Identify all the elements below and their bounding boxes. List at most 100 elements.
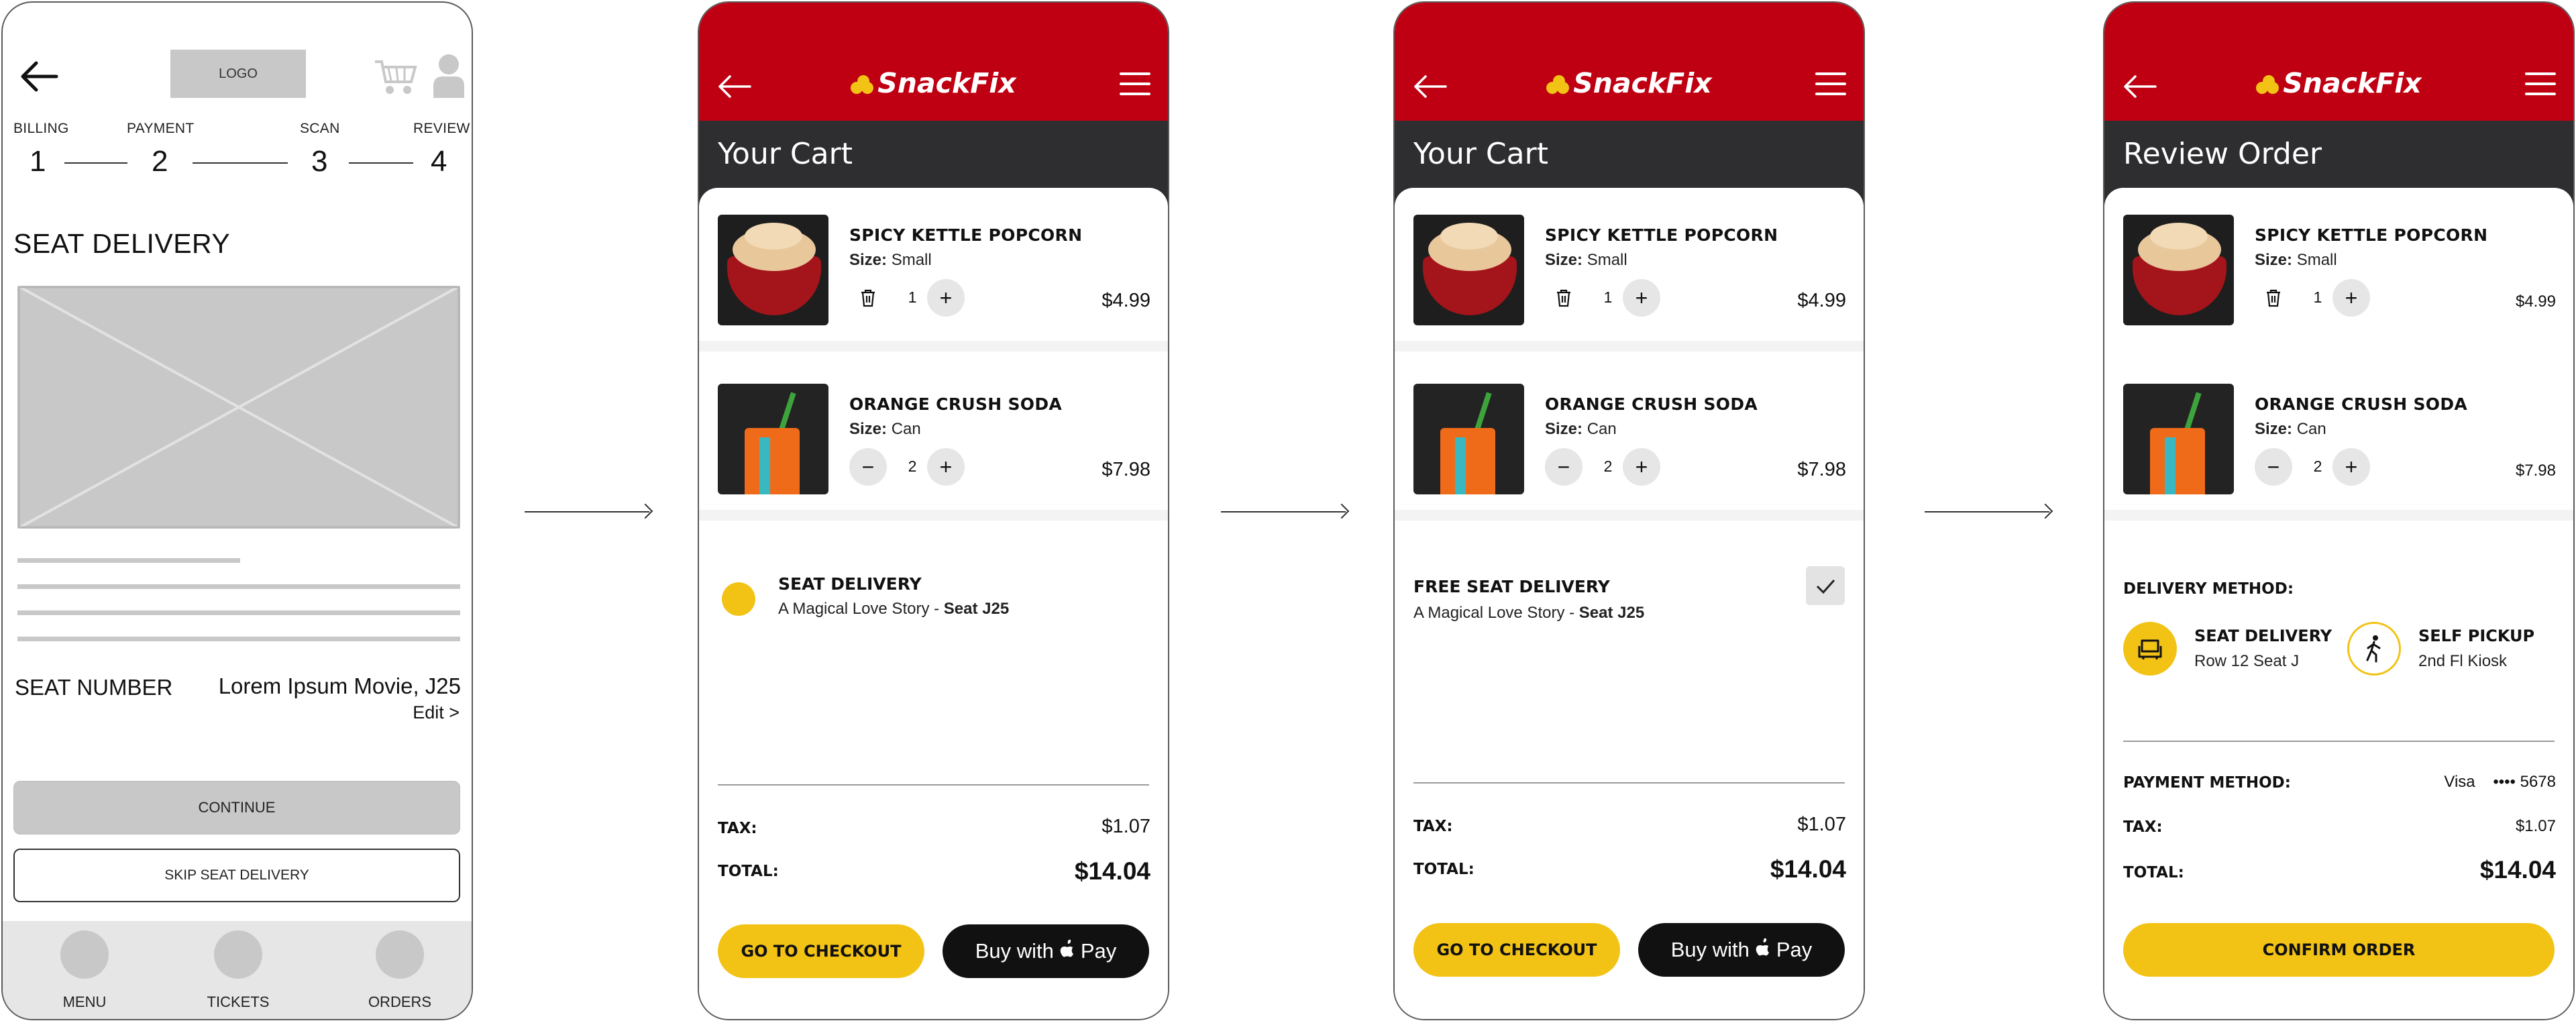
seat-number: Seat J25 [1578,604,1645,622]
skip-seat-delivery-button[interactable]: SKIP SEAT DELIVERY [13,849,460,902]
cart-sheet: SPICY KETTLE POPCORN Size: Small 1 + $4.… [1395,188,1864,1019]
seat-delivery-checkbox[interactable] [1806,566,1845,605]
item-size: Size: Small [849,251,932,270]
soda-can-image [2123,384,2234,494]
item-size: Size: Can [849,420,921,439]
cart-sheet: SPICY KETTLE POPCORN Size: Small 1 + $4.… [699,188,1168,1019]
quantity-stepper: 1 + [2255,279,2402,317]
walking-person-icon[interactable] [2347,622,2401,676]
plus-icon[interactable]: + [1623,448,1660,486]
quantity-stepper: − 2 + [849,448,997,486]
tax-label: TAX: [718,820,757,837]
tab-label: ORDERS [368,993,432,1010]
plus-icon[interactable]: + [2332,279,2370,317]
brand-name: SnackFix [877,67,1016,99]
soda-can-image [1413,384,1524,494]
apple-pay-button[interactable]: Buy with Pay [1638,923,1845,977]
go-to-checkout-button[interactable]: GO TO CHECKOUT [1413,923,1620,977]
item-size: Size: Can [1545,420,1617,439]
payment-method-label: PAYMENT METHOD: [2123,774,2291,792]
tax-label: TAX: [1413,818,1453,835]
quantity-value: 2 [1603,457,1613,475]
item-price: $4.99 [1797,290,1846,311]
edit-seat-link[interactable]: Edit > [413,702,460,723]
trash-icon[interactable] [2255,279,2292,317]
step-connector [349,162,413,164]
step-number[interactable]: 1 [30,145,46,178]
order-item: SPICY KETTLE POPCORN Size: Small 1 + $4.… [2104,188,2573,342]
tab-orders[interactable]: ORDERS [346,930,453,1011]
user-icon[interactable] [432,54,466,98]
card-digits: •••• 5678 [2493,773,2556,791]
plus-icon[interactable]: + [2332,448,2370,486]
review-order-phone: SnackFix Review Order SPICY KETTLE POPCO… [2103,1,2575,1020]
popcorn-image [2123,215,2234,325]
minus-icon[interactable]: − [849,448,887,486]
delivery-title: SEAT DELIVERY [778,574,922,594]
tab-tickets[interactable]: TICKETS [184,930,292,1011]
step-number[interactable]: 2 [152,145,168,178]
seat-icon[interactable] [2123,622,2177,676]
step-label-scan: SCAN [300,121,340,136]
item-name: ORANGE CRUSH SODA [1545,394,1758,414]
tab-icon-placeholder [376,930,424,979]
text-placeholder-line [17,584,460,589]
total-value: $14.04 [2479,856,2556,883]
item-price: $7.98 [1102,459,1150,480]
quantity-value: 1 [2313,288,2322,306]
delivery-title: FREE SEAT DELIVERY [1413,577,1610,596]
plus-icon[interactable]: + [1623,279,1660,317]
confirm-order-button[interactable]: CONFIRM ORDER [2123,923,2555,977]
continue-button[interactable]: CONTINUE [13,781,460,834]
tax-value: $1.07 [1102,816,1150,837]
plus-icon[interactable]: + [927,279,965,317]
app-header: SnackFix [699,3,1168,121]
popcorn-image [1413,215,1524,325]
method-subtitle: Row 12 Seat J [2194,652,2300,670]
item-name: ORANGE CRUSH SODA [2255,394,2468,414]
go-to-checkout-button[interactable]: GO TO CHECKOUT [718,924,924,978]
cart-icon[interactable] [374,58,419,97]
step-number[interactable]: 4 [431,145,447,178]
cart-phone: SnackFix Your Cart SPICY KETTLE POPCORN … [698,1,1169,1020]
trash-icon[interactable] [849,279,887,317]
total-label: TOTAL: [1413,861,1474,878]
apple-pay-button[interactable]: Buy with Pay [943,924,1149,978]
trash-icon[interactable] [1545,279,1582,317]
plus-icon[interactable]: + [927,448,965,486]
tax-value: $1.07 [2515,817,2556,835]
size-label: Size: [2255,251,2293,269]
item-size: Size: Can [2255,420,2326,439]
apple-logo-icon [1059,939,1075,963]
popcorn-image [718,215,828,325]
item-price: $7.98 [2515,462,2556,480]
step-number[interactable]: 3 [311,145,327,178]
size-value: Small [2296,251,2337,269]
image-placeholder [17,286,460,529]
brand-logo[interactable]: SnackFix [2104,67,2573,99]
apple-pay-prefix: Buy with [975,939,1054,963]
minus-icon[interactable]: − [2255,448,2292,486]
item-price: $4.99 [1102,290,1150,311]
hamburger-menu-icon[interactable] [1815,72,1846,99]
hamburger-menu-icon[interactable] [2525,72,2556,99]
apple-pay-suffix: Pay [1080,939,1117,963]
seat-delivery-radio[interactable] [722,582,755,616]
size-value: Can [1587,420,1617,438]
tab-icon-placeholder [60,930,109,979]
minus-icon[interactable]: − [1545,448,1582,486]
brand-logo[interactable]: SnackFix [1395,67,1864,99]
payment-method-value[interactable]: Visa •••• 5678 [2444,773,2556,792]
back-arrow-icon[interactable] [19,60,59,93]
size-label: Size: [849,420,888,438]
text-placeholder-line [17,637,460,641]
apple-pay-prefix: Buy with [1670,938,1750,961]
quantity-stepper: − 2 + [1545,448,1693,486]
tab-menu[interactable]: MENU [31,930,138,1011]
divider [699,341,1168,352]
total-value: $14.04 [1074,857,1150,885]
item-name: SPICY KETTLE POPCORN [1545,225,1778,245]
hamburger-menu-icon[interactable] [1120,72,1150,99]
brand-logo[interactable]: SnackFix [699,67,1168,99]
quantity-value: 2 [2313,457,2322,475]
